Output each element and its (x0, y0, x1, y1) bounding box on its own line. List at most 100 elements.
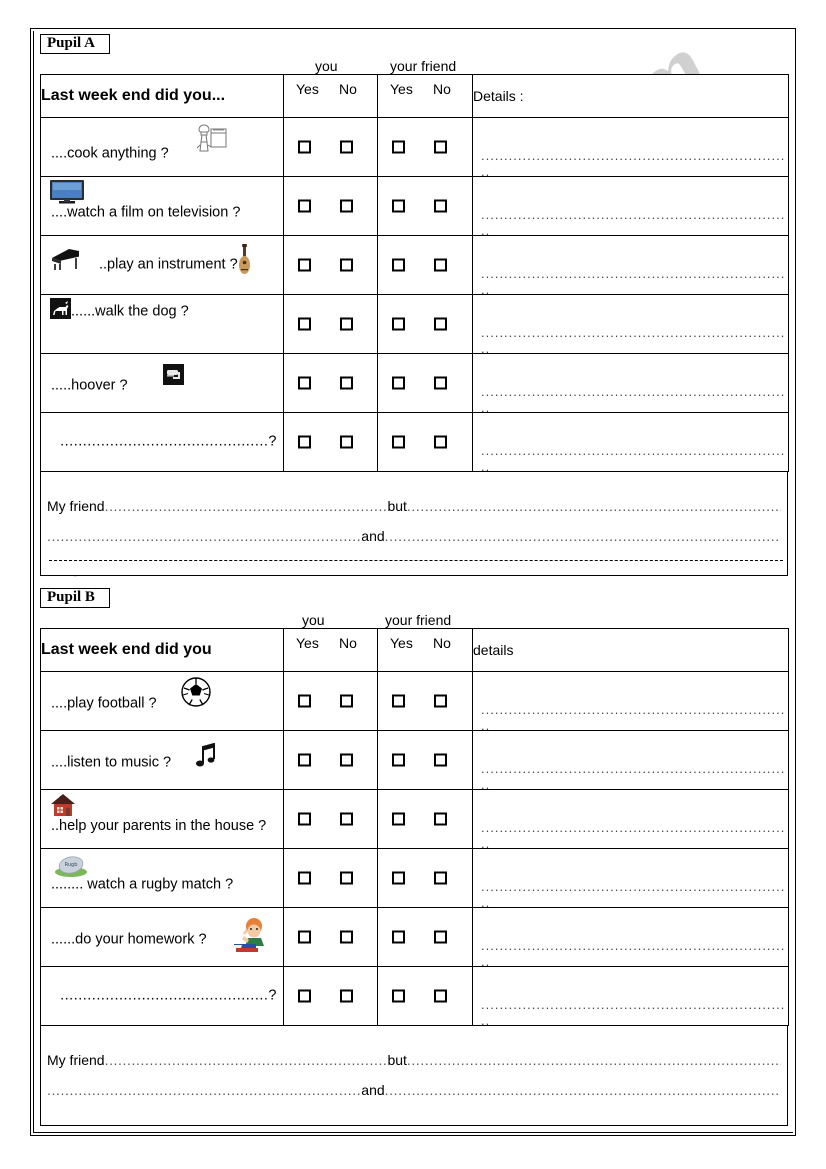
header-you-col: Yes No (283, 74, 378, 118)
header-friend-col: Yes No (377, 628, 473, 672)
question-text: ....cook anything ? (51, 145, 169, 162)
checkbox-you-yes[interactable] (298, 140, 311, 154)
checkbox-friend-yes[interactable] (392, 376, 405, 390)
question-cell: ....play football ? (40, 671, 284, 731)
checkbox-you-no[interactable] (340, 930, 353, 944)
piano-icon (49, 245, 81, 271)
checkbox-you-no[interactable] (340, 317, 353, 331)
checkbox-friend-no[interactable] (434, 317, 447, 331)
checkbox-friend-yes[interactable] (392, 812, 405, 826)
checkbox-you-yes[interactable] (298, 930, 311, 944)
question-cell: ......walk the dog ? (40, 294, 284, 354)
table-row: ......walk the dog ? ...................… (40, 294, 789, 356)
checkbox-friend-no[interactable] (434, 812, 447, 826)
guitar-icon (238, 244, 251, 276)
details-cell[interactable]: ........................................… (472, 235, 789, 297)
details-cell[interactable]: ........................................… (472, 294, 789, 356)
details-cell[interactable]: ........................................… (472, 412, 789, 474)
checkbox-friend-yes[interactable] (392, 317, 405, 331)
you-checkbox-cell (283, 730, 378, 790)
checkbox-you-yes[interactable] (298, 989, 311, 1003)
checkbox-you-no[interactable] (340, 694, 353, 708)
details-cell[interactable]: ........................................… (472, 907, 789, 969)
checkbox-you-no[interactable] (340, 753, 353, 767)
summary-dots-1: ........................................… (104, 498, 388, 514)
checkbox-you-yes[interactable] (298, 317, 311, 331)
checkbox-friend-yes[interactable] (392, 199, 405, 213)
pupil-a-table: Last week end did you... Yes No Yes No D… (40, 74, 789, 474)
details-cell[interactable]: ........................................… (472, 117, 789, 179)
checkbox-you-no[interactable] (340, 812, 353, 826)
checkbox-you-yes[interactable] (298, 871, 311, 885)
details-dotted-line: ........................................… (481, 266, 784, 281)
summary-line-1: My friend...............................… (47, 498, 781, 514)
checkbox-friend-no[interactable] (434, 258, 447, 272)
details-dotted-line: ........................................… (481, 820, 784, 835)
header-you-yes: Yes (296, 81, 319, 97)
header-you-col: Yes No (283, 628, 378, 672)
checkbox-friend-yes[interactable] (392, 989, 405, 1003)
friend-checkbox-cell (377, 412, 473, 472)
checkbox-you-yes[interactable] (298, 376, 311, 390)
checkbox-friend-yes[interactable] (392, 258, 405, 272)
you-checkbox-cell (283, 412, 378, 472)
checkbox-you-yes[interactable] (298, 199, 311, 213)
details-cell[interactable]: ........................................… (472, 966, 789, 1028)
checkbox-you-no[interactable] (340, 199, 353, 213)
header-details-col: details (472, 628, 789, 672)
checkbox-you-yes[interactable] (298, 812, 311, 826)
checkbox-friend-no[interactable] (434, 199, 447, 213)
details-cell[interactable]: ........................................… (472, 353, 789, 415)
checkbox-friend-no[interactable] (434, 376, 447, 390)
pupil-a-tag: Pupil A (40, 34, 110, 54)
checkbox-friend-yes[interactable] (392, 435, 405, 449)
television-icon (49, 179, 85, 205)
friend-checkbox-cell (377, 294, 473, 354)
details-cell[interactable]: ........................................… (472, 176, 789, 238)
summary-dots-3: ........................................… (47, 528, 362, 544)
checkbox-friend-no[interactable] (434, 435, 447, 449)
checkbox-friend-yes[interactable] (392, 871, 405, 885)
checkbox-you-yes[interactable] (298, 435, 311, 449)
music-note-icon (194, 743, 218, 769)
checkbox-you-no[interactable] (340, 258, 353, 272)
checkbox-friend-yes[interactable] (392, 140, 405, 154)
rugby-ball-icon: Rugb (51, 852, 91, 878)
checkbox-friend-no[interactable] (434, 140, 447, 154)
question-cell: ....listen to music ? (40, 730, 284, 790)
question-text: ....listen to music ? (51, 754, 172, 771)
checkbox-you-no[interactable] (340, 435, 353, 449)
checkbox-you-yes[interactable] (298, 753, 311, 767)
checkbox-friend-yes[interactable] (392, 694, 405, 708)
pupil-b-table: Last week end did you Yes No Yes No deta… (40, 628, 789, 1028)
details-cell[interactable]: ........................................… (472, 848, 789, 910)
question-text-blank: ........................................… (60, 987, 277, 1004)
checkbox-you-yes[interactable] (298, 258, 311, 272)
header-friend-no: No (433, 81, 451, 97)
checkbox-you-no[interactable] (340, 140, 353, 154)
checkbox-you-no[interactable] (340, 871, 353, 885)
details-cell[interactable]: ........................................… (472, 671, 789, 733)
question-cell[interactable]: ........................................… (40, 966, 284, 1026)
checkbox-friend-no[interactable] (434, 871, 447, 885)
details-cell[interactable]: ........................................… (472, 730, 789, 792)
pupil-a-summary-block[interactable]: My friend...............................… (40, 472, 788, 576)
table-row: ........................................… (40, 966, 789, 1028)
question-cell[interactable]: ........................................… (40, 412, 284, 472)
checkbox-friend-yes[interactable] (392, 753, 405, 767)
checkbox-friend-yes[interactable] (392, 930, 405, 944)
checkbox-friend-no[interactable] (434, 694, 447, 708)
checkbox-friend-no[interactable] (434, 989, 447, 1003)
pupil-b-summary-block[interactable]: My friend...............................… (40, 1026, 788, 1126)
checkbox-friend-no[interactable] (434, 753, 447, 767)
checkbox-you-no[interactable] (340, 376, 353, 390)
you-checkbox-cell (283, 294, 378, 354)
question-cell: Rugb ........ watch a rugby match ? (40, 848, 284, 908)
details-dotted-line: ........................................… (481, 879, 784, 894)
checkbox-you-no[interactable] (340, 989, 353, 1003)
details-cell[interactable]: ........................................… (472, 789, 789, 851)
checkbox-friend-no[interactable] (434, 930, 447, 944)
pupil-b-tag: Pupil B (40, 588, 110, 608)
checkbox-you-yes[interactable] (298, 694, 311, 708)
friend-checkbox-cell (377, 966, 473, 1026)
